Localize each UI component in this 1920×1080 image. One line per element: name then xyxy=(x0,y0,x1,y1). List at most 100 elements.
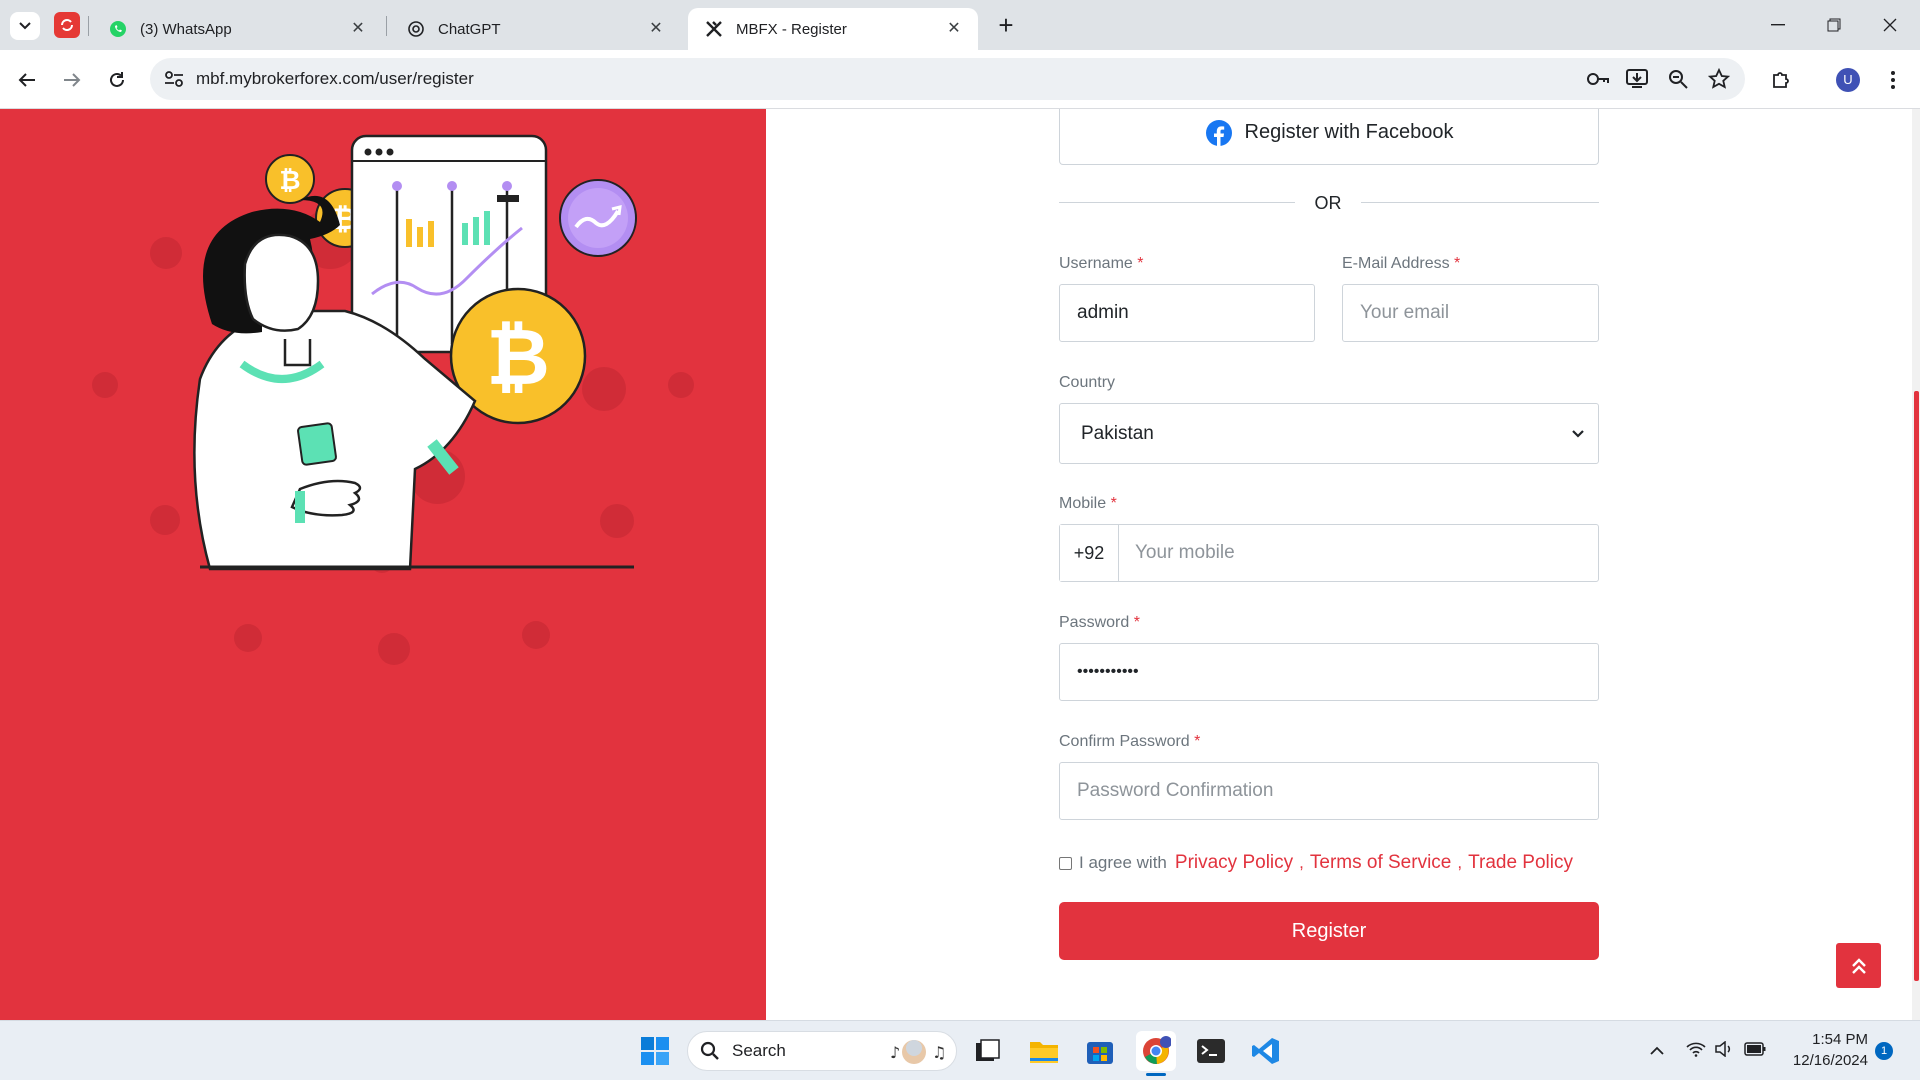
close-icon xyxy=(1883,18,1897,32)
pinned-tab[interactable] xyxy=(54,12,80,38)
arrow-left-icon xyxy=(18,73,35,87)
tab-label: MBFX - Register xyxy=(736,20,847,38)
bookmark-star-icon[interactable] xyxy=(1708,68,1730,90)
svg-text:♪: ♪ xyxy=(890,1043,900,1062)
address-bar[interactable]: mbf.mybrokerforex.com/user/register xyxy=(150,58,1745,100)
wifi-icon[interactable] xyxy=(1686,1041,1706,1057)
windows-logo-icon xyxy=(641,1037,669,1065)
tab-whatsapp[interactable]: (3) WhatsApp ✕ xyxy=(92,8,382,50)
more-vertical-icon xyxy=(1891,71,1895,89)
bitcoin-coin-small-icon: ₿ xyxy=(265,154,315,204)
back-button[interactable] xyxy=(10,63,44,97)
task-view-icon[interactable] xyxy=(968,1031,1008,1071)
tab-label: ChatGPT xyxy=(438,20,501,38)
new-tab-button[interactable]: + xyxy=(990,10,1022,42)
site-info-icon[interactable] xyxy=(164,70,184,88)
tab-search-button[interactable] xyxy=(10,12,40,40)
minimize-button[interactable] xyxy=(1750,0,1806,50)
or-divider-line-left xyxy=(1059,202,1295,203)
close-icon[interactable]: ✕ xyxy=(944,19,964,39)
agree-checkbox[interactable] xyxy=(1059,856,1072,870)
volume-icon[interactable] xyxy=(1714,1041,1734,1057)
svg-text:₿: ₿ xyxy=(279,166,300,196)
url-text[interactable]: mbf.mybrokerforex.com/user/register xyxy=(196,69,474,89)
password-label: Password * xyxy=(1059,614,1140,631)
chatgpt-icon xyxy=(406,19,426,39)
zoom-icon[interactable] xyxy=(1668,69,1688,89)
chevron-down-icon xyxy=(19,22,31,30)
search-highlight-icon: ♪ ♫ xyxy=(890,1040,946,1064)
profile-avatar[interactable]: U xyxy=(1836,68,1860,92)
email-label: E-Mail Address * xyxy=(1342,255,1461,272)
country-select[interactable]: Pakistan xyxy=(1059,403,1599,464)
privacy-policy-link[interactable]: Privacy Policy xyxy=(1175,852,1293,874)
notification-badge[interactable]: 1 xyxy=(1875,1042,1893,1060)
vscode-icon[interactable] xyxy=(1246,1031,1286,1071)
double-chevron-up-icon xyxy=(1851,957,1866,974)
mobile-label: Mobile * xyxy=(1059,495,1117,512)
chevron-down-icon xyxy=(1572,430,1584,438)
file-explorer-icon[interactable] xyxy=(1024,1031,1064,1071)
confirm-password-label: Confirm Password * xyxy=(1059,733,1201,750)
forward-button[interactable] xyxy=(55,63,89,97)
link-separator: , xyxy=(1457,853,1463,872)
terms-of-service-link[interactable]: Terms of Service xyxy=(1310,852,1451,874)
install-app-icon[interactable] xyxy=(1626,68,1648,88)
close-window-button[interactable] xyxy=(1862,0,1918,50)
confirm-password-input[interactable]: Password Confirmation xyxy=(1059,762,1599,820)
terminal-icon[interactable] xyxy=(1191,1031,1231,1071)
search-icon xyxy=(700,1041,719,1060)
microsoft-store-icon[interactable] xyxy=(1080,1031,1120,1071)
illustration-panel: ₿ ₿ ₿ xyxy=(0,109,766,1020)
svg-text:₿: ₿ xyxy=(486,313,550,403)
crypto-trader-illustration: ₿ ₿ ₿ xyxy=(193,134,637,571)
menu-button[interactable] xyxy=(1876,63,1910,97)
register-button[interactable]: Register xyxy=(1059,902,1599,960)
close-icon[interactable]: ✕ xyxy=(646,19,666,39)
agree-text: I agree with xyxy=(1079,853,1167,872)
mbfx-icon xyxy=(704,19,724,39)
windows-taskbar: Search ♪ ♫ 1:54 PM 12/16/2024 1 xyxy=(0,1020,1920,1080)
terms-agreement: I agree with Privacy Policy , Terms of S… xyxy=(1059,851,1573,875)
username-label: Username * xyxy=(1059,255,1144,272)
email-input[interactable]: Your email xyxy=(1342,284,1599,342)
mobile-input[interactable]: +92 Your mobile xyxy=(1059,524,1599,582)
or-divider-line-right xyxy=(1361,202,1599,203)
trend-coin-icon xyxy=(559,179,637,257)
or-divider: OR xyxy=(1314,193,1342,213)
mobile-prefix: +92 xyxy=(1060,525,1119,581)
sync-app-icon xyxy=(61,19,73,31)
close-icon[interactable]: ✕ xyxy=(348,19,368,39)
facebook-register-button[interactable]: Register with Facebook xyxy=(1059,109,1599,165)
scrollbar-thumb[interactable] xyxy=(1914,391,1919,981)
search-label: Search xyxy=(732,1041,786,1060)
password-input[interactable]: ••••••••••• xyxy=(1059,643,1599,701)
active-app-indicator xyxy=(1146,1073,1166,1076)
password-key-icon[interactable] xyxy=(1586,70,1610,88)
tab-mbfx-register[interactable]: MBFX - Register ✕ xyxy=(688,8,978,50)
tab-chatgpt[interactable]: ChatGPT ✕ xyxy=(390,8,680,50)
taskbar-search[interactable]: Search ♪ ♫ xyxy=(687,1031,957,1071)
trade-policy-link[interactable]: Trade Policy xyxy=(1468,852,1573,874)
minimize-icon xyxy=(1771,24,1785,26)
start-button[interactable] xyxy=(635,1031,675,1071)
back-to-top-button[interactable] xyxy=(1836,943,1881,988)
clock-date: 12/16/2024 xyxy=(1792,1052,1868,1069)
battery-icon[interactable] xyxy=(1744,1042,1766,1056)
puzzle-icon xyxy=(1773,72,1789,88)
browser-tab-strip: (3) WhatsApp ✕ ChatGPT ✕ MBFX - Register… xyxy=(0,0,1920,50)
facebook-icon xyxy=(1205,119,1232,146)
reload-button[interactable] xyxy=(100,63,134,97)
clock[interactable]: 1:54 PM 12/16/2024 xyxy=(1780,1029,1868,1071)
username-input[interactable]: admin xyxy=(1059,284,1315,342)
chrome-icon[interactable] xyxy=(1136,1031,1176,1071)
show-hidden-icons-icon[interactable] xyxy=(1650,1045,1664,1055)
link-separator: , xyxy=(1299,853,1304,872)
extensions-button[interactable] xyxy=(1764,63,1798,97)
page-content: ₿ ₿ ₿ Register with Facebook OR Username… xyxy=(0,109,1920,1020)
restore-button[interactable] xyxy=(1806,0,1862,50)
country-label: Country xyxy=(1059,374,1116,391)
svg-text:♫: ♫ xyxy=(932,1043,946,1062)
clock-time: 1:54 PM xyxy=(1812,1031,1868,1048)
whatsapp-icon xyxy=(108,19,128,39)
